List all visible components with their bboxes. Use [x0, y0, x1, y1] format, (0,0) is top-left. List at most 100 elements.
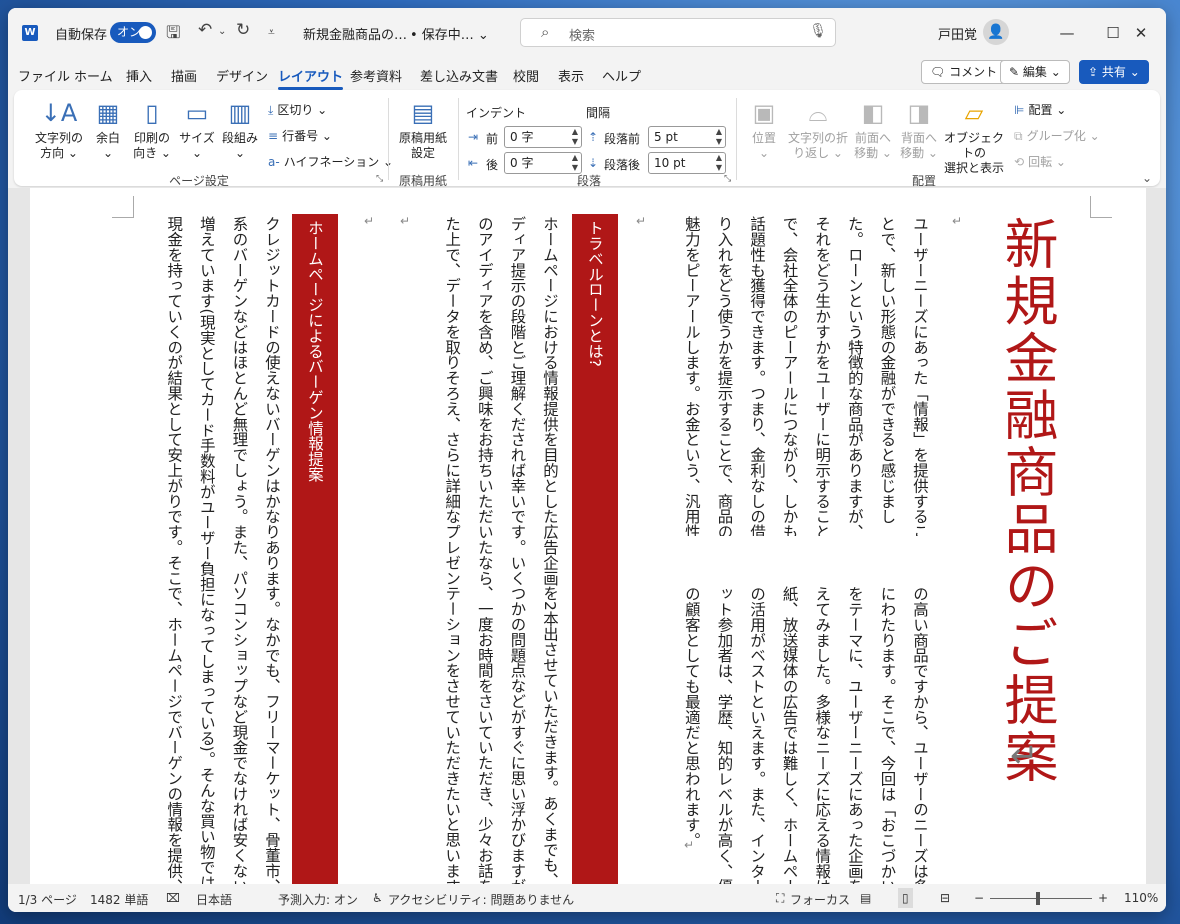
- spin-arrows-icon[interactable]: ▲ ▼: [572, 153, 578, 173]
- page-setup-launcher-icon[interactable]: ⤡: [376, 174, 383, 184]
- tab-design[interactable]: デザイン: [216, 66, 268, 85]
- spacing-after-input[interactable]: 10 pt ▲ ▼: [648, 152, 726, 174]
- ribbon-separator: [736, 98, 737, 180]
- tab-help[interactable]: ヘルプ: [602, 66, 641, 85]
- heading-bargain-info[interactable]: ホームページによるバーゲン情報提案: [292, 214, 338, 884]
- print-layout-icon[interactable]: ▯: [898, 888, 913, 908]
- tab-file[interactable]: ファイル: [18, 66, 70, 85]
- document-title[interactable]: 新規金融商品の…: [303, 24, 407, 43]
- text-direction-button[interactable]: ↓A 文字列の 方向 ⌄: [26, 98, 92, 161]
- line-numbers-button[interactable]: ≡ 行番号 ⌄: [268, 128, 332, 144]
- orientation-icon: ▯: [145, 99, 159, 127]
- zoom-slider[interactable]: [990, 898, 1092, 899]
- microphone-icon[interactable]: 🎙: [809, 23, 827, 39]
- focus-button[interactable]: フォーカス: [790, 891, 850, 908]
- undo-dropdown-icon[interactable]: ⌄: [218, 26, 226, 37]
- avatar[interactable]: 👤: [983, 19, 1009, 45]
- document-area: 新規金融商品のご提案 ↵ ↵ ユーザーニーズにあった「情報」を提供するこ とで、…: [8, 188, 1166, 884]
- save-status[interactable]: • 保存中… ⌄: [410, 24, 489, 43]
- save-icon[interactable]: 🖫: [166, 20, 180, 49]
- wrap-text-button[interactable]: ⌓ 文字列の折 り返し ⌄: [786, 98, 850, 161]
- section3-text[interactable]: クレジットカードの使えないバーゲンはかなりあります。なかでも、フリーマーケット、…: [154, 216, 288, 884]
- text-predictions[interactable]: 予測入力: オン: [278, 891, 358, 908]
- document-title-heading[interactable]: 新規金融商品のご提案: [995, 216, 1058, 786]
- bring-forward-button[interactable]: ◧ 前面へ 移動 ⌄: [850, 98, 896, 161]
- zoom-in-button[interactable]: +: [1098, 891, 1108, 905]
- proofing-icon[interactable]: ⌧: [166, 891, 180, 905]
- indent-before-input[interactable]: 0 字 ▲ ▼: [504, 126, 582, 148]
- zoom-level[interactable]: 110%: [1124, 891, 1158, 905]
- minimize-button[interactable]: —: [1044, 18, 1090, 48]
- align-button[interactable]: ⊫ 配置 ⌄: [1014, 102, 1066, 118]
- tab-layout[interactable]: レイアウト: [278, 66, 344, 90]
- editing-button[interactable]: ✎ 編集 ⌄: [1000, 60, 1070, 84]
- hyphenation-button[interactable]: a- ハイフネーション ⌄: [268, 154, 393, 170]
- arrange-group-label: 配置: [911, 174, 936, 188]
- word-count[interactable]: 1482 単語: [90, 891, 148, 908]
- bring-forward-label: 前面へ 移動 ⌄: [854, 131, 892, 160]
- send-backward-button[interactable]: ◨ 背面へ 移動 ⌄: [896, 98, 942, 161]
- zoom-slider-thumb[interactable]: [1036, 892, 1040, 905]
- align-icon: ⊫: [1014, 103, 1025, 117]
- text-line: の活用がベストといえます。また、インター: [748, 586, 767, 884]
- wrap-text-icon: ⌓: [808, 99, 828, 127]
- selection-pane-button[interactable]: ▱ オブジェクトの 選択と表示: [940, 98, 1008, 176]
- spin-arrows-icon[interactable]: ▲ ▼: [572, 127, 578, 147]
- zoom-out-button[interactable]: −: [974, 891, 984, 905]
- web-layout-icon[interactable]: ⊟: [940, 891, 950, 905]
- tab-mailings[interactable]: 差し込み文書: [420, 66, 498, 85]
- indent-before-value: 0 字: [510, 130, 534, 144]
- tab-insert[interactable]: 挿入: [126, 66, 152, 85]
- position-label: 位置 ⌄: [751, 131, 776, 160]
- bring-forward-icon: ◧: [861, 99, 885, 127]
- paragraph-launcher-icon[interactable]: ⤡: [724, 174, 731, 184]
- language[interactable]: 日本語: [196, 891, 232, 908]
- status-bar: 1/3 ページ 1482 単語 ⌧ 日本語 予測入力: オン ♿ アクセシビリテ…: [8, 884, 1166, 912]
- tab-references[interactable]: 参考資料: [350, 66, 402, 85]
- spin-arrows-icon[interactable]: ▲ ▼: [716, 153, 722, 173]
- tab-review[interactable]: 校閲: [513, 66, 539, 85]
- indent-after-input[interactable]: 0 字 ▲ ▼: [504, 152, 582, 174]
- tab-view[interactable]: 表示: [558, 66, 584, 85]
- position-button[interactable]: ▣ 位置 ⌄: [742, 98, 786, 161]
- spacing-before-input[interactable]: 5 pt ▲ ▼: [648, 126, 726, 148]
- section1-column1[interactable]: ユーザーニーズにあった「情報」を提供するこ とで、新しい形態の金融ができると感じ…: [668, 216, 936, 536]
- toggle-knob: [139, 26, 152, 39]
- redo-icon[interactable]: ↻: [236, 20, 250, 40]
- undo-icon[interactable]: ↶: [198, 20, 212, 40]
- user-name[interactable]: 戸田覚: [938, 24, 977, 43]
- columns-button[interactable]: ▥ 段組み ⌄: [218, 98, 262, 161]
- section2-text[interactable]: ホームページにおける情報提供を目的とした広告企画を2本出させていただきます。あく…: [432, 216, 566, 884]
- breaks-button[interactable]: ⤓ 区切り ⌄: [268, 102, 327, 118]
- orientation-button[interactable]: ▯ 印刷の 向き ⌄: [128, 98, 176, 161]
- search-box[interactable]: ⌕ 検索 🎙: [520, 18, 836, 47]
- group-button[interactable]: ⧉ グループ化 ⌄: [1014, 128, 1100, 144]
- size-button[interactable]: ▭ サイズ ⌄: [176, 98, 218, 161]
- line-numbers-label: 行番号 ⌄: [282, 129, 332, 143]
- accessibility-status[interactable]: アクセシビリティ: 問題ありません: [388, 891, 574, 908]
- share-button[interactable]: ⇪ 共有 ⌄: [1079, 60, 1149, 84]
- comment-icon: 🗨: [930, 65, 950, 79]
- spin-arrows-icon[interactable]: ▲ ▼: [716, 127, 722, 147]
- rotate-button[interactable]: ⟲ 回転 ⌄: [1014, 154, 1066, 170]
- text-line: た。ローンという特徴的な商品がありますが、: [845, 216, 864, 536]
- breaks-label: 区切り ⌄: [277, 103, 328, 117]
- close-button[interactable]: ✕: [1118, 18, 1164, 48]
- section1-column2[interactable]: の高い商品ですから、ユーザーのニーズは多 にわたります。そこで、今回は「おこづか…: [668, 586, 936, 884]
- margins-button[interactable]: ▦ 余白 ⌄: [88, 98, 128, 161]
- editing-label: 編集 ⌄: [1022, 65, 1061, 79]
- heading-travel-loan[interactable]: トラベルローンとは?: [572, 214, 618, 884]
- word-window: W 自動保存 オン 🖫 ↶ ⌄ ↻ ⩡ 新規金融商品の… • 保存中… ⌄ ⌕ …: [8, 8, 1166, 912]
- page-count[interactable]: 1/3 ページ: [18, 891, 77, 908]
- customize-qat-icon[interactable]: ⩡: [268, 25, 275, 40]
- read-mode-icon[interactable]: ▤: [860, 891, 871, 905]
- tab-draw[interactable]: 描画: [171, 66, 197, 85]
- tab-home[interactable]: ホーム: [74, 66, 113, 85]
- spacing-after-label: 段落後: [604, 158, 641, 172]
- document-page[interactable]: 新規金融商品のご提案 ↵ ↵ ユーザーニーズにあった「情報」を提供するこ とで、…: [30, 188, 1146, 884]
- spacing-after-icon: ⇣: [588, 156, 599, 170]
- comments-button[interactable]: 🗨 コメント: [921, 60, 1007, 84]
- collapse-ribbon-icon[interactable]: ⌄: [1142, 170, 1152, 186]
- autosave-toggle[interactable]: オン: [110, 22, 156, 43]
- genko-settings-button[interactable]: ▤ 原稿用紙 設定: [394, 98, 452, 161]
